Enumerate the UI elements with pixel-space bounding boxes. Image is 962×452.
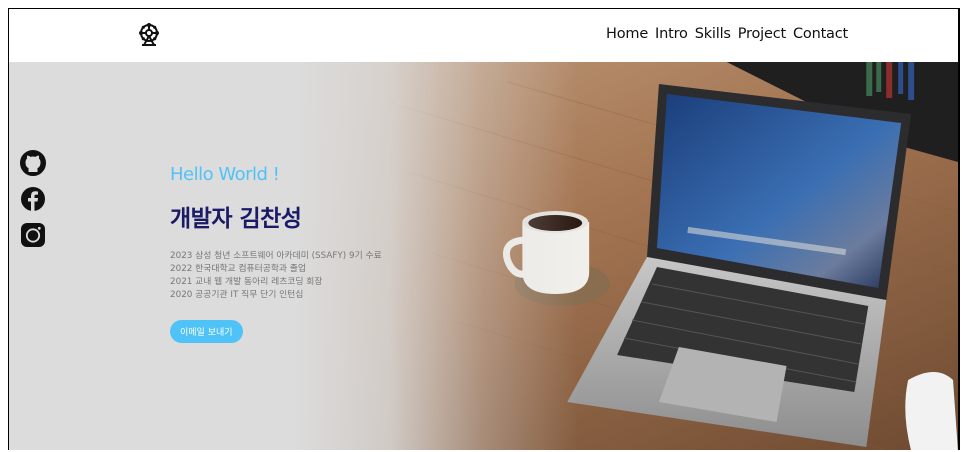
bio-item: 2020 공공기관 IT 직무 단기 인턴십 — [170, 290, 304, 300]
hero-fade-overlay — [9, 62, 958, 450]
browser-viewport: Home Intro Skills Project Contact Hello … — [8, 8, 960, 450]
nav-intro[interactable]: Intro — [655, 26, 688, 42]
greeting-text: Hello World ! — [170, 164, 280, 185]
bio-item: 2022 한국대학교 컴퓨터공학과 졸업 — [170, 264, 306, 274]
bio-item: 2023 삼성 청년 소프트웨어 아카데미 (SSAFY) 9기 수료 — [170, 251, 382, 261]
hero-section: Hello World ! 개발자 김찬성 2023 삼성 청년 소프트웨어 아… — [9, 62, 958, 450]
send-email-button[interactable]: 이메일 보내기 — [170, 320, 243, 343]
main-nav: Home Intro Skills Project Contact — [606, 26, 848, 42]
ferris-wheel-icon[interactable] — [136, 22, 162, 48]
github-icon[interactable] — [20, 150, 46, 176]
site-header: Home Intro Skills Project Contact — [9, 9, 958, 62]
page-title: 개발자 김찬성 — [170, 206, 302, 232]
nav-skills[interactable]: Skills — [695, 26, 731, 42]
bio-list: 2023 삼성 청년 소프트웨어 아카데미 (SSAFY) 9기 수료 2022… — [170, 250, 390, 302]
nav-project[interactable]: Project — [738, 26, 786, 42]
intro-block: Hello World ! 개발자 김찬성 2023 삼성 청년 소프트웨어 아… — [170, 164, 390, 343]
nav-contact[interactable]: Contact — [793, 26, 848, 42]
bio-item: 2021 교내 웹 개발 동아리 레츠코딩 회장 — [170, 277, 323, 287]
facebook-icon[interactable] — [20, 186, 46, 212]
nav-home[interactable]: Home — [606, 26, 648, 42]
instagram-icon[interactable] — [20, 222, 46, 248]
social-links — [20, 150, 46, 248]
